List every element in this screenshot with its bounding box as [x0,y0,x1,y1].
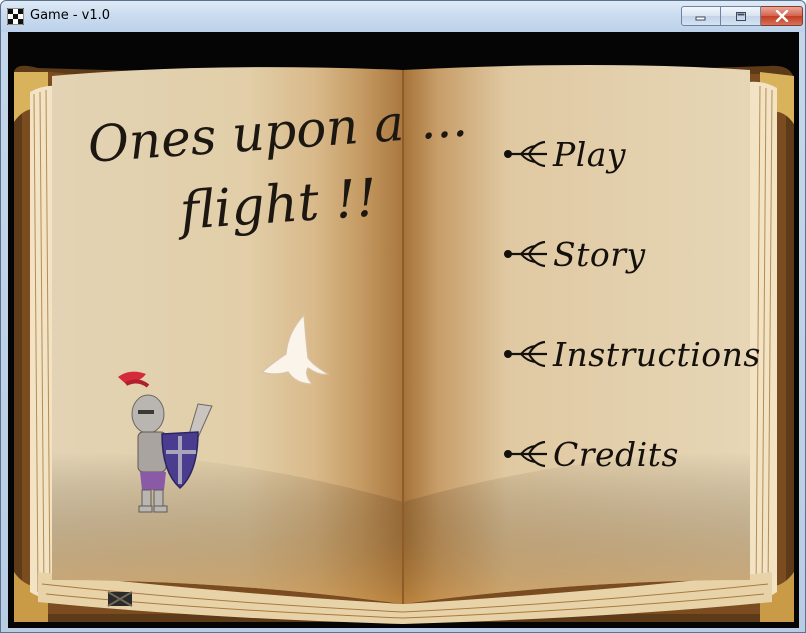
menu-label-story: Story [553,234,646,274]
app-icon [7,8,24,25]
fleur-arrow-icon [504,140,547,168]
menu-label-credits: Credits [553,434,679,474]
app-window: Game - v1.0 Ones upon a ... flight !! Pl… [0,0,806,633]
close-icon [775,10,788,22]
fleur-arrow-icon [504,340,547,368]
minimize-icon [695,16,706,21]
menu-label-play: Play [553,134,627,174]
menu-item-credits[interactable]: Credits [503,430,679,478]
menu-item-story[interactable]: Story [503,230,646,278]
window-title: Game - v1.0 [30,8,111,23]
minimize-button[interactable] [681,6,721,26]
fleur-arrow-icon [504,440,547,468]
game-canvas: Ones upon a ... flight !! Play Story Ins… [8,32,799,628]
fleur-arrow-icon [504,240,547,268]
title-bar[interactable]: Game - v1.0 [1,1,805,32]
maximize-icon [735,11,746,21]
maximize-button[interactable] [721,6,761,26]
menu-label-instructions: Instructions [553,334,761,374]
menu-item-play[interactable]: Play [503,130,626,178]
menu-item-instructions[interactable]: Instructions [503,330,761,378]
checkered-emblem-icon [107,591,133,607]
close-button[interactable] [761,6,803,26]
